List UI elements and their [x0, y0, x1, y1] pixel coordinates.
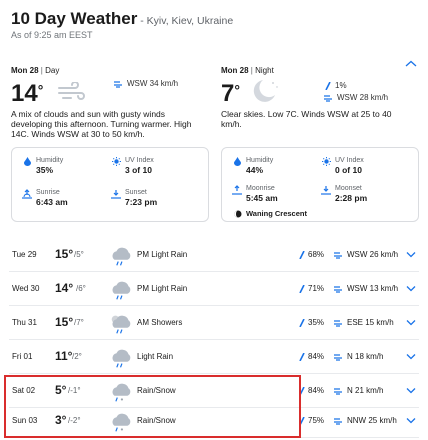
forecast-wind: WSW 26 km/h: [334, 250, 398, 259]
wind-icon: [114, 80, 122, 88]
night-humidity: Humidity 44%: [232, 156, 273, 175]
forecast-condition: AM Showers: [137, 318, 183, 327]
forecast-precip: 75%: [298, 416, 324, 425]
night-panel: Mon 28 | Night 7° 1% WSW 28 km/h Clear s…: [221, 66, 419, 222]
wind-icon: [334, 319, 342, 327]
day-wind: WSW 34 km/h: [114, 79, 178, 88]
sun-icon: [321, 157, 331, 166]
forecast-high: 14°: [55, 281, 74, 295]
cloud-rain-icon: [112, 247, 131, 266]
row-divider: [9, 373, 419, 374]
night-period-label: Mon 28 | Night: [221, 66, 274, 75]
forecast-row[interactable]: Thu 31 15°/7° AM Showers 35% ESE 15 km/h: [0, 308, 428, 340]
cloud-sun-rain-icon: [111, 315, 131, 334]
page-header: 10 Day Weather - Kyiv, Kiev, Ukraine: [11, 9, 233, 29]
forecast-date: Wed 30: [12, 284, 40, 293]
forecast-high: 11°: [55, 349, 73, 363]
row-divider: [9, 339, 419, 340]
forecast-condition: PM Light Rain: [137, 250, 188, 259]
day-description: A mix of clouds and sun with gusty winds…: [11, 109, 192, 139]
collapse-chevron-up-icon[interactable]: [405, 60, 417, 68]
wind-icon: [334, 387, 342, 395]
forecast-wind: ESE 15 km/h: [334, 318, 394, 327]
forecast-date: Tue 29: [12, 250, 37, 259]
forecast-row[interactable]: Wed 30 14°/6° PM Light Rain 71% WSW 13 km/h: [0, 274, 428, 306]
sunrise-icon: [22, 189, 32, 199]
forecast-precip: 84%: [298, 386, 324, 395]
night-description: Clear skies. Low 7C. Winds WSW at 25 to …: [221, 109, 392, 129]
row-divider: [9, 305, 419, 306]
location-label: - Kyiv, Kiev, Ukraine: [137, 15, 234, 27]
raindrop-icon: [299, 352, 305, 361]
night-precip: 1%: [324, 81, 347, 90]
moon-phase: Waning Crescent: [234, 209, 307, 218]
drop-icon: [23, 157, 31, 166]
raindrop-icon: [299, 250, 305, 259]
page-title: 10 Day Weather: [11, 9, 138, 28]
wind-icon: [334, 353, 342, 361]
night-uv-index: UV Index 0 of 10: [321, 156, 364, 175]
forecast-date: Fri 01: [12, 352, 33, 361]
forecast-low: /6°: [76, 284, 86, 293]
cloud-rain-icon: [112, 281, 131, 300]
forecast-high: 15°: [55, 247, 74, 261]
forecast-condition: Light Rain: [137, 352, 174, 361]
day-uv-index: UV Index 3 of 10: [111, 156, 154, 175]
expand-chevron-down-icon[interactable]: [406, 251, 416, 258]
cloud-rain-icon: [112, 349, 131, 368]
sun-icon: [111, 157, 121, 166]
night-details-card: Humidity 44% UV Index 0 of 10 Moonrise 5:45…: [221, 147, 419, 222]
forecast-low: /7°: [74, 318, 84, 327]
moonset-icon: [321, 186, 331, 195]
moonrise-icon: [232, 185, 242, 195]
as-of-timestamp: As of 9:25 am EEST: [11, 30, 93, 40]
forecast-row[interactable]: Tue 29 15°/5° PM Light Rain 68% WSW 26 km/h: [0, 240, 428, 272]
day-sunset: Sunset 7:23 pm: [111, 188, 157, 207]
wind-icon: [334, 285, 342, 293]
forecast-wind: WSW 13 km/h: [334, 284, 398, 293]
forecast-date: Thu 31: [12, 318, 37, 327]
night-moonrise: Moonrise 5:45 am: [232, 184, 278, 203]
forecast-wind: N 21 km/h: [334, 386, 383, 395]
expand-chevron-down-icon[interactable]: [406, 353, 416, 360]
forecast-precip: 84%: [298, 352, 324, 361]
raindrop-icon: [299, 318, 305, 327]
moon-phase-icon: [234, 210, 242, 217]
moon-icon: [253, 80, 278, 102]
expand-chevron-down-icon[interactable]: [406, 387, 416, 394]
raindrop-icon: [325, 81, 331, 90]
forecast-row[interactable]: Fri 01 11°/2° Light Rain 84% N 18 km/h: [0, 342, 428, 374]
wind-icon: [58, 82, 85, 100]
day-humidity: Humidity 35%: [22, 156, 63, 175]
day-sunrise: Sunrise 6:43 am: [22, 188, 68, 207]
row-divider: [9, 271, 419, 272]
forecast-precip: 71%: [298, 284, 324, 293]
night-wind: WSW 28 km/h: [324, 93, 388, 102]
day-panel: Mon 28 | Day 14° WSW 34 km/h A mix of cl…: [11, 66, 209, 222]
sunset-icon: [111, 190, 121, 199]
expand-chevron-down-icon[interactable]: [406, 319, 416, 326]
wind-icon: [334, 417, 342, 425]
drop-icon: [233, 157, 241, 166]
forecast-low: /2°: [72, 352, 82, 361]
forecast-wind: NNW 25 km/h: [334, 416, 397, 425]
forecast-condition: PM Light Rain: [137, 284, 188, 293]
night-moonset: Moonset 2:28 pm: [321, 184, 367, 203]
forecast-precip: 68%: [298, 250, 324, 259]
raindrop-icon: [299, 284, 305, 293]
day-temperature: 14°: [11, 80, 44, 107]
night-temperature: 7°: [221, 80, 240, 107]
day-details-card: Humidity 35% UV Index 3 of 10 Sunrise 6:43 …: [11, 147, 209, 222]
expand-chevron-down-icon[interactable]: [406, 285, 416, 292]
forecast-wind: N 18 km/h: [334, 352, 383, 361]
forecast-high: 15°: [55, 315, 74, 329]
highlight-box: [4, 375, 301, 438]
wind-icon: [334, 251, 342, 259]
forecast-low: /5°: [74, 250, 84, 259]
expand-chevron-down-icon[interactable]: [406, 417, 416, 424]
day-period-label: Mon 28 | Day: [11, 66, 60, 75]
forecast-precip: 35%: [298, 318, 324, 327]
wind-icon: [324, 94, 332, 102]
